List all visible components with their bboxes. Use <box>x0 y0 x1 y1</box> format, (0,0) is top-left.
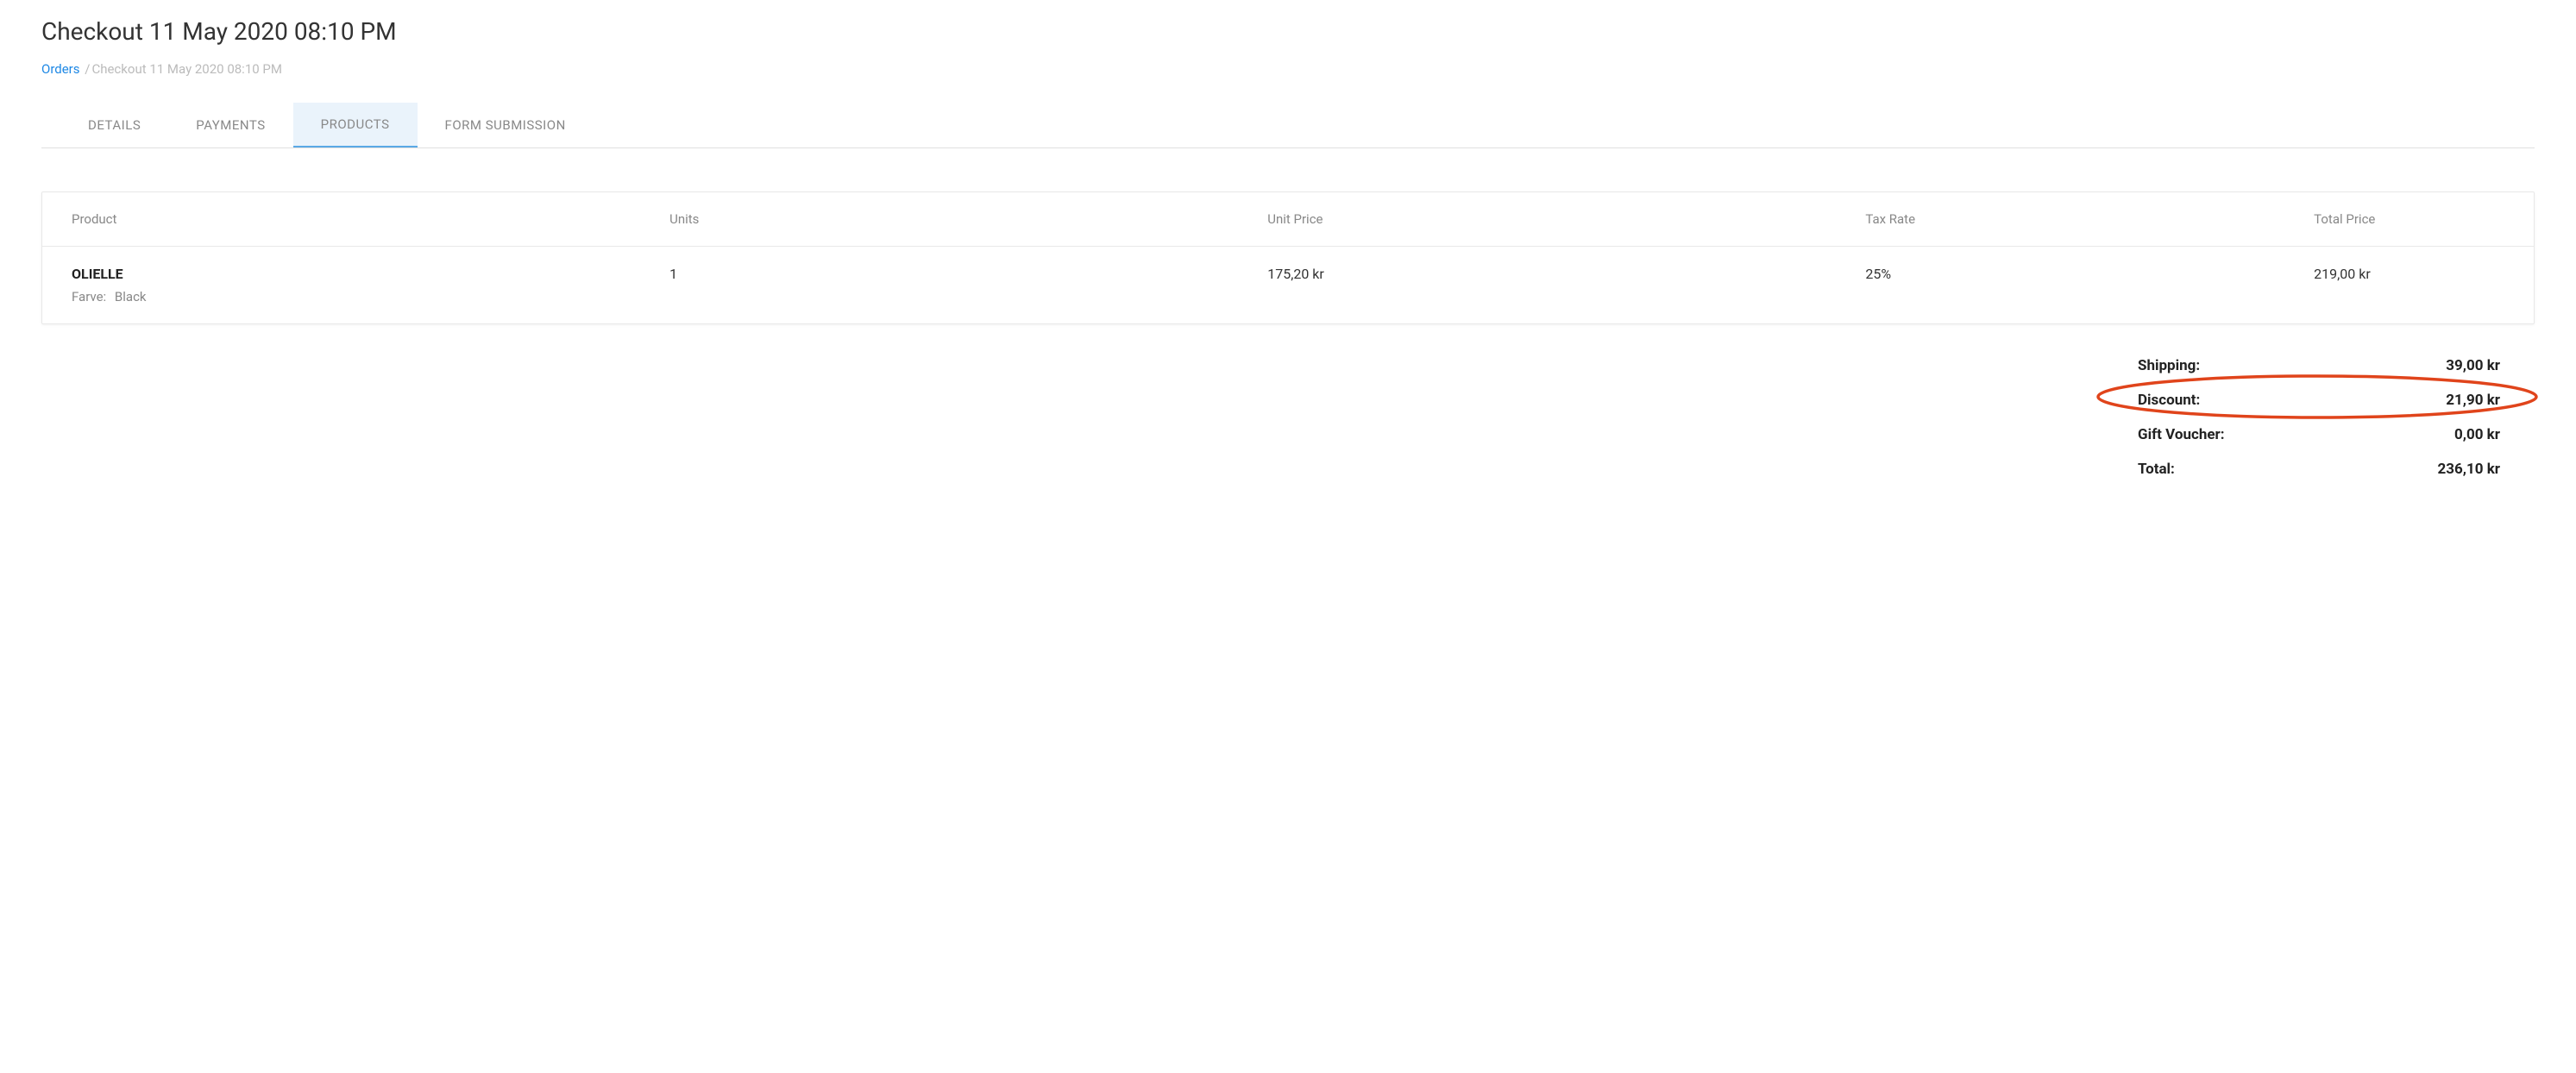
breadcrumb: Orders /Checkout 11 May 2020 08:10 PM <box>41 61 2535 77</box>
summary-discount-row: Discount: 21,90 kr <box>2138 383 2500 417</box>
cell-units: 1 <box>640 247 1238 324</box>
col-header-units: Units <box>640 192 1238 247</box>
products-card: Product Units Unit Price Tax Rate Total … <box>41 191 2535 324</box>
tab-details[interactable]: DETAILS <box>60 103 168 147</box>
summary-total-label: Total: <box>2138 461 2175 478</box>
summary-discount-value: 21,90 kr <box>2446 392 2500 409</box>
summary-shipping-value: 39,00 kr <box>2446 357 2500 374</box>
summary-shipping-label: Shipping: <box>2138 357 2200 374</box>
cell-total-price: 219,00 kr <box>2284 247 2534 324</box>
summary-discount-label: Discount: <box>2138 392 2200 409</box>
product-attr-value: Black <box>115 289 147 304</box>
product-attribute: Farve: Black <box>72 289 625 304</box>
cell-unit-price: 175,20 kr <box>1238 247 1836 324</box>
products-table: Product Units Unit Price Tax Rate Total … <box>42 192 2534 323</box>
product-attr-label: Farve: <box>72 289 106 304</box>
summary-gift-voucher-value: 0,00 kr <box>2454 426 2500 443</box>
product-name: OLIELLE <box>72 266 625 282</box>
page-title: Checkout 11 May 2020 08:10 PM <box>41 17 2535 46</box>
summary-total-value: 236,10 kr <box>2438 461 2500 478</box>
cell-tax-rate: 25% <box>1836 247 2284 324</box>
tabs: DETAILS PAYMENTS PRODUCTS FORM SUBMISSIO… <box>41 103 2535 148</box>
col-header-total-price: Total Price <box>2284 192 2534 247</box>
breadcrumb-current: Checkout 11 May 2020 08:10 PM <box>91 61 282 77</box>
breadcrumb-orders-link[interactable]: Orders <box>41 61 80 77</box>
summary-gift-voucher-row: Gift Voucher: 0,00 kr <box>2138 417 2500 452</box>
order-summary: Shipping: 39,00 kr Discount: 21,90 kr Gi… <box>2138 348 2500 486</box>
summary-total-row: Total: 236,10 kr <box>2138 452 2500 486</box>
summary-gift-voucher-label: Gift Voucher: <box>2138 426 2225 443</box>
col-header-tax-rate: Tax Rate <box>1836 192 2284 247</box>
col-header-product: Product <box>42 192 640 247</box>
summary-shipping-row: Shipping: 39,00 kr <box>2138 348 2500 383</box>
tab-products[interactable]: PRODUCTS <box>293 103 418 147</box>
breadcrumb-separator: / <box>85 61 90 77</box>
col-header-unit-price: Unit Price <box>1238 192 1836 247</box>
tab-payments[interactable]: PAYMENTS <box>168 103 292 147</box>
table-row: OLIELLE Farve: Black 1 175,20 kr 25% 219… <box>42 247 2534 324</box>
tab-form-submission[interactable]: FORM SUBMISSION <box>418 103 594 147</box>
